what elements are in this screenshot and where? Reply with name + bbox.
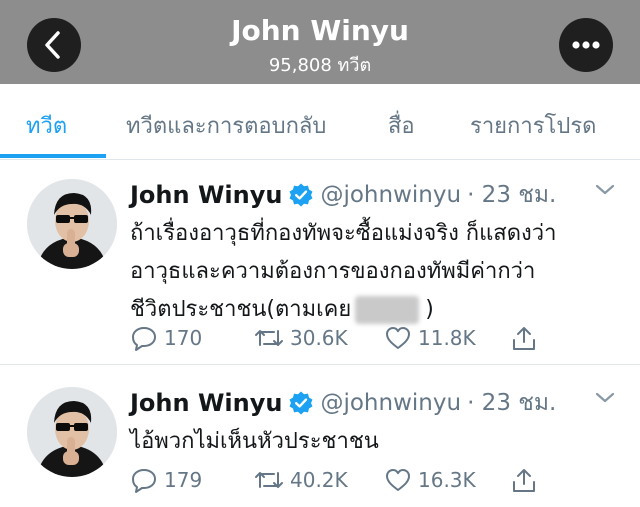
author-name[interactable]: John Winyu (130, 389, 282, 417)
tweet-count: 95,808 ทวีต (268, 55, 372, 76)
active-tab-indicator (0, 154, 106, 158)
share-icon (513, 327, 535, 350)
avatar-photo (27, 179, 117, 269)
like-button[interactable]: 16.3K (384, 465, 476, 495)
tweet-text-fragment: ชีวิตประชาชน(ตามเคย (130, 297, 352, 322)
tab-tweets-and-replies[interactable]: ทวีตและการตอบกลับ (126, 108, 326, 143)
tweet-text-line: ไอ้พวกไม่เห็นหัวประชาชน (130, 429, 379, 454)
tweet-text-line: ถ้าเรื่องอาวุธที่กองทัพจะซื้อแม่งจริง ก็… (130, 221, 557, 246)
profile-name: John Winyu (231, 14, 409, 47)
like-count: 11.8K (418, 326, 476, 350)
like-button[interactable]: 11.8K (384, 323, 476, 353)
heart-icon (386, 469, 410, 491)
tweet-author-line: John Winyu @johnwinyu · 23 ชม. (130, 177, 556, 211)
avatar[interactable] (27, 387, 117, 477)
avatar[interactable] (27, 179, 117, 269)
tweet-time: · 23 ชม. (467, 390, 557, 416)
ellipsis-icon (572, 41, 600, 49)
verified-badge-icon (289, 183, 313, 207)
tweet-author-line: John Winyu @johnwinyu · 23 ชม. (130, 385, 556, 419)
author-name[interactable]: John Winyu (130, 181, 282, 209)
blurred-censor (355, 296, 420, 324)
reply-button[interactable]: 170 (130, 323, 202, 353)
tab-media[interactable]: สื่อ (388, 108, 415, 143)
author-handle[interactable]: @johnwinyu (320, 182, 461, 208)
reply-icon (132, 469, 156, 493)
like-count: 16.3K (418, 468, 476, 492)
retweet-button[interactable]: 40.2K (254, 465, 348, 495)
tweet[interactable]: John Winyu @johnwinyu · 23 ชม. ถ้าเรื่องอ… (0, 163, 640, 365)
reply-button[interactable]: 179 (130, 465, 202, 495)
retweet-button[interactable]: 30.6K (254, 323, 348, 353)
tab-likes[interactable]: รายการโปรด (470, 108, 596, 143)
retweet-icon (255, 472, 283, 488)
tweet-actions: 170 30.6K 11.8K (130, 323, 550, 353)
avatar-photo (27, 387, 117, 477)
tweet-text: ถ้าเรื่องอาวุธที่กองทัพจะซื้อแม่งจริง ก็… (130, 215, 610, 329)
tweet-text: ไอ้พวกไม่เห็นหัวประชาชน (130, 423, 610, 461)
tweet-text-line: อาวุธและความต้องการของกองทัพมีค่ากว่า (130, 259, 536, 284)
reply-count: 170 (164, 326, 203, 350)
retweet-count: 30.6K (290, 326, 348, 350)
profile-header: John Winyu 95,808 ทวีต (0, 0, 640, 84)
verified-badge-icon (289, 391, 313, 415)
author-handle[interactable]: @johnwinyu (320, 390, 461, 416)
retweet-icon (255, 330, 283, 346)
tweet[interactable]: John Winyu @johnwinyu · 23 ชม. ไอ้พวกไม่เ… (0, 371, 640, 507)
share-button[interactable] (510, 323, 544, 353)
more-options-button[interactable] (559, 18, 613, 72)
reply-icon (132, 327, 156, 351)
tweet-time: · 23 ชม. (467, 182, 557, 208)
reply-count: 179 (164, 468, 203, 492)
tweet-actions: 179 40.2K 16.3K (130, 465, 550, 495)
share-icon (513, 469, 535, 492)
chevron-down-icon[interactable] (594, 391, 616, 405)
chevron-down-icon[interactable] (594, 183, 616, 197)
retweet-count: 40.2K (290, 468, 348, 492)
share-button[interactable] (510, 465, 544, 495)
tab-tweets[interactable]: ทวีต (26, 108, 67, 143)
tweet-text-fragment: ) (425, 297, 434, 322)
profile-tabs: ทวีต ทวีตและการตอบกลับ สื่อ รายการโปรด (0, 84, 640, 160)
heart-icon (386, 327, 410, 349)
